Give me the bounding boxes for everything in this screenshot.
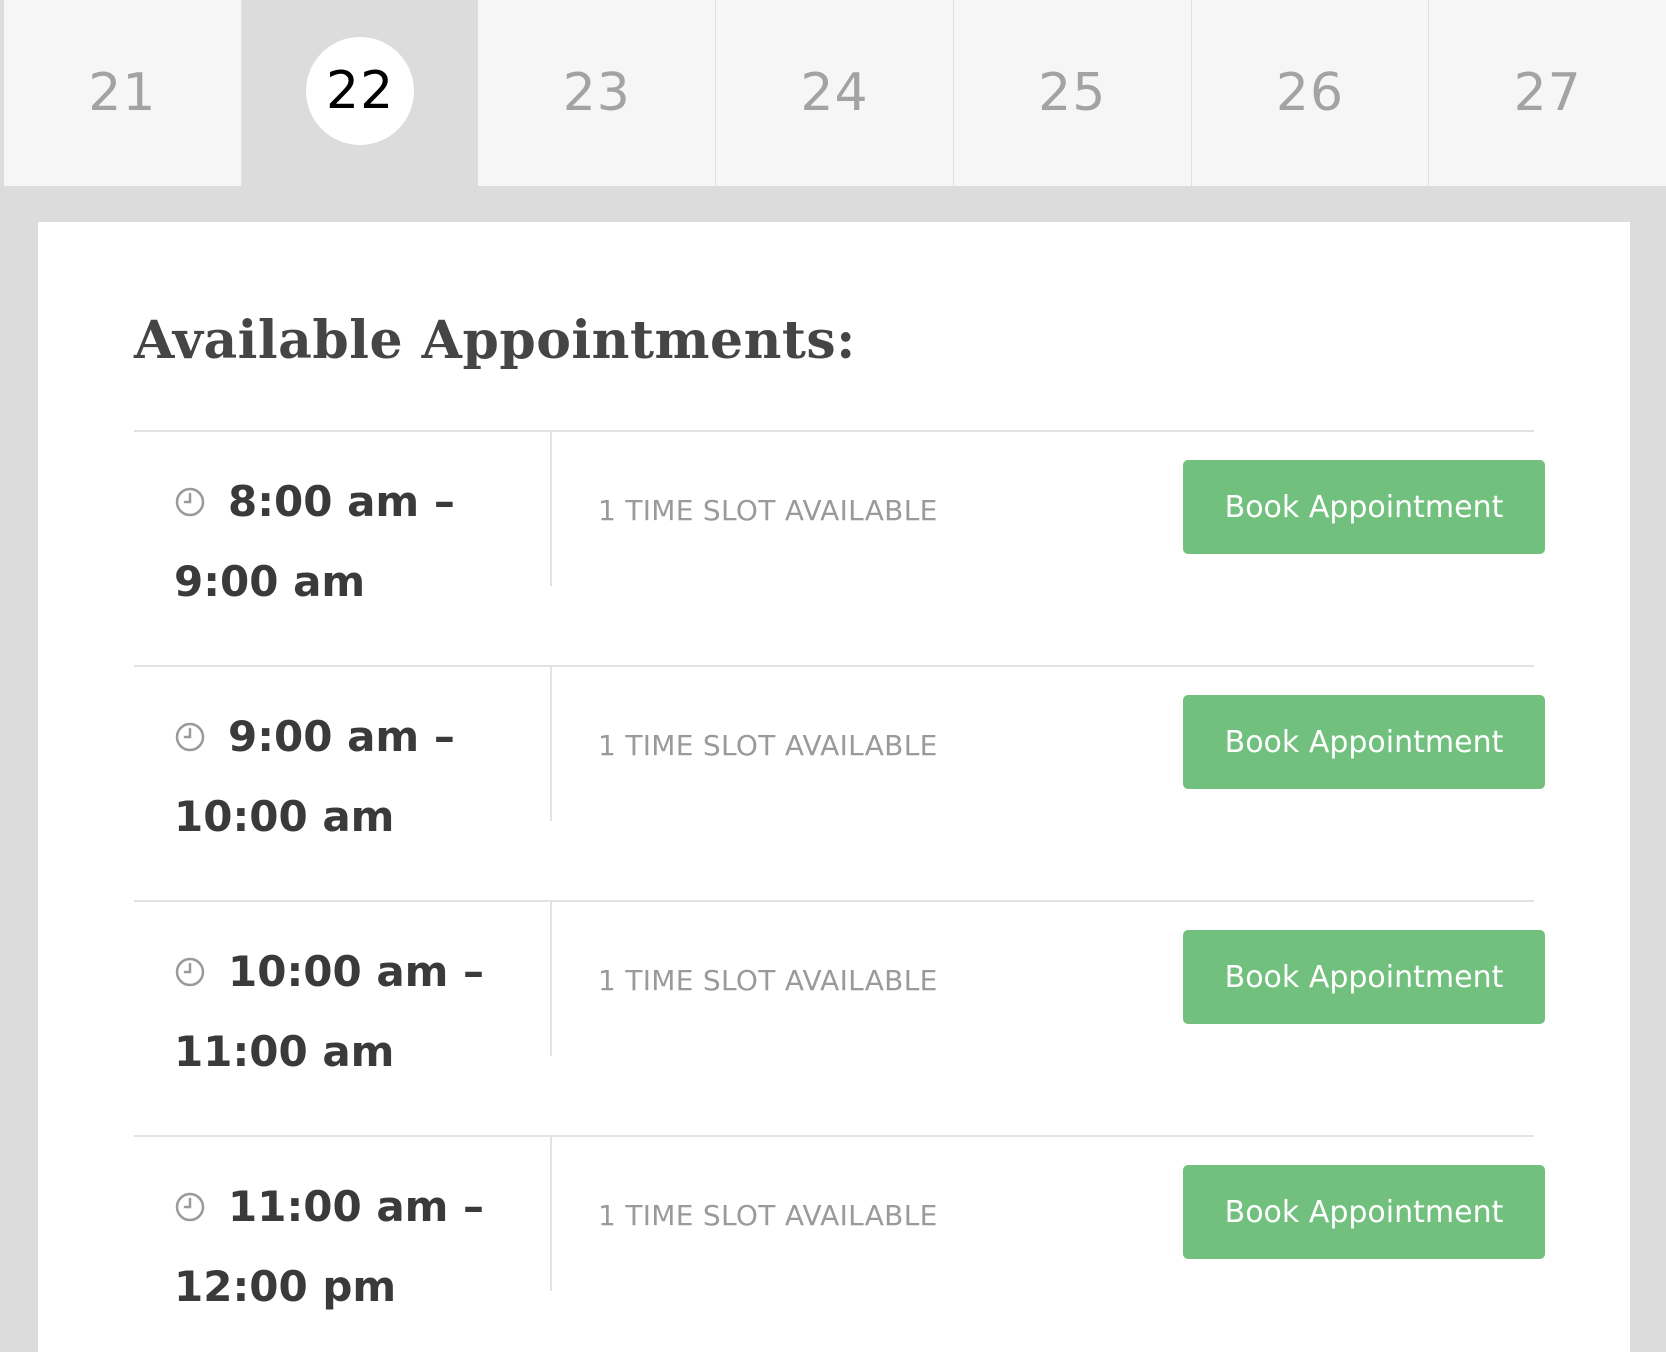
slot-time-text: 8:00 am – 9:00 am [174,477,455,606]
slot-row: 9:00 am – 10:00 am 1 TIME SLOT AVAILABLE… [134,665,1545,900]
slot-availability: 1 TIME SLOT AVAILABLE [598,964,938,997]
slot-row: 10:00 am – 11:00 am 1 TIME SLOT AVAILABL… [134,900,1545,1135]
day-number: 27 [1513,63,1582,123]
slot-row: 11:00 am – 12:00 pm 1 TIME SLOT AVAILABL… [134,1135,1545,1370]
clock-icon [175,487,205,517]
day-number: 22 [306,37,415,145]
slot-time-text: 11:00 am – 12:00 pm [174,1182,485,1311]
slot-time: 9:00 am – 10:00 am [174,697,544,857]
day-number: 24 [800,63,869,123]
slot-availability: 1 TIME SLOT AVAILABLE [598,1199,938,1232]
week-strip: 21 22 23 24 25 26 27 [4,0,1666,186]
slot-row: 8:00 am – 9:00 am 1 TIME SLOT AVAILABLE … [134,430,1545,665]
day-number: 26 [1275,63,1345,123]
slot-divider [550,432,552,586]
slot-availability: 1 TIME SLOT AVAILABLE [598,494,938,527]
slot-divider [550,902,552,1056]
book-appointment-button[interactable]: Book Appointment [1183,1165,1545,1259]
panel-title: Available Appointments: [134,310,856,371]
day-number: 21 [88,63,157,123]
day-24[interactable]: 24 [716,0,954,186]
day-21[interactable]: 21 [4,0,242,186]
slot-time: 11:00 am – 12:00 pm [174,1167,544,1327]
book-appointment-button[interactable]: Book Appointment [1183,930,1545,1024]
day-26[interactable]: 26 [1191,0,1430,186]
slot-divider [550,667,552,821]
slot-time-text: 10:00 am – 11:00 am [174,947,485,1076]
slot-time: 8:00 am – 9:00 am [174,462,544,622]
day-number: 23 [562,63,631,123]
slot-time: 10:00 am – 11:00 am [174,932,544,1092]
clock-icon [175,1192,205,1222]
slot-time-text: 9:00 am – 10:00 am [174,712,455,841]
day-27[interactable]: 27 [1429,0,1666,186]
day-22-selected[interactable]: 22 [241,0,479,186]
slot-list: 8:00 am – 9:00 am 1 TIME SLOT AVAILABLE … [134,430,1545,1370]
appointments-panel: Available Appointments: 8:00 am – 9:00 a… [38,222,1630,1352]
clock-icon [175,957,205,987]
book-appointment-button[interactable]: Book Appointment [1183,695,1545,789]
clock-icon [175,722,205,752]
booking-widget: 21 22 23 24 25 26 27 Available Appointme… [0,0,1666,1352]
day-23[interactable]: 23 [478,0,717,186]
day-number: 25 [1038,63,1107,123]
slot-availability: 1 TIME SLOT AVAILABLE [598,729,938,762]
day-25[interactable]: 25 [953,0,1192,186]
slot-divider [550,1137,552,1291]
book-appointment-button[interactable]: Book Appointment [1183,460,1545,554]
